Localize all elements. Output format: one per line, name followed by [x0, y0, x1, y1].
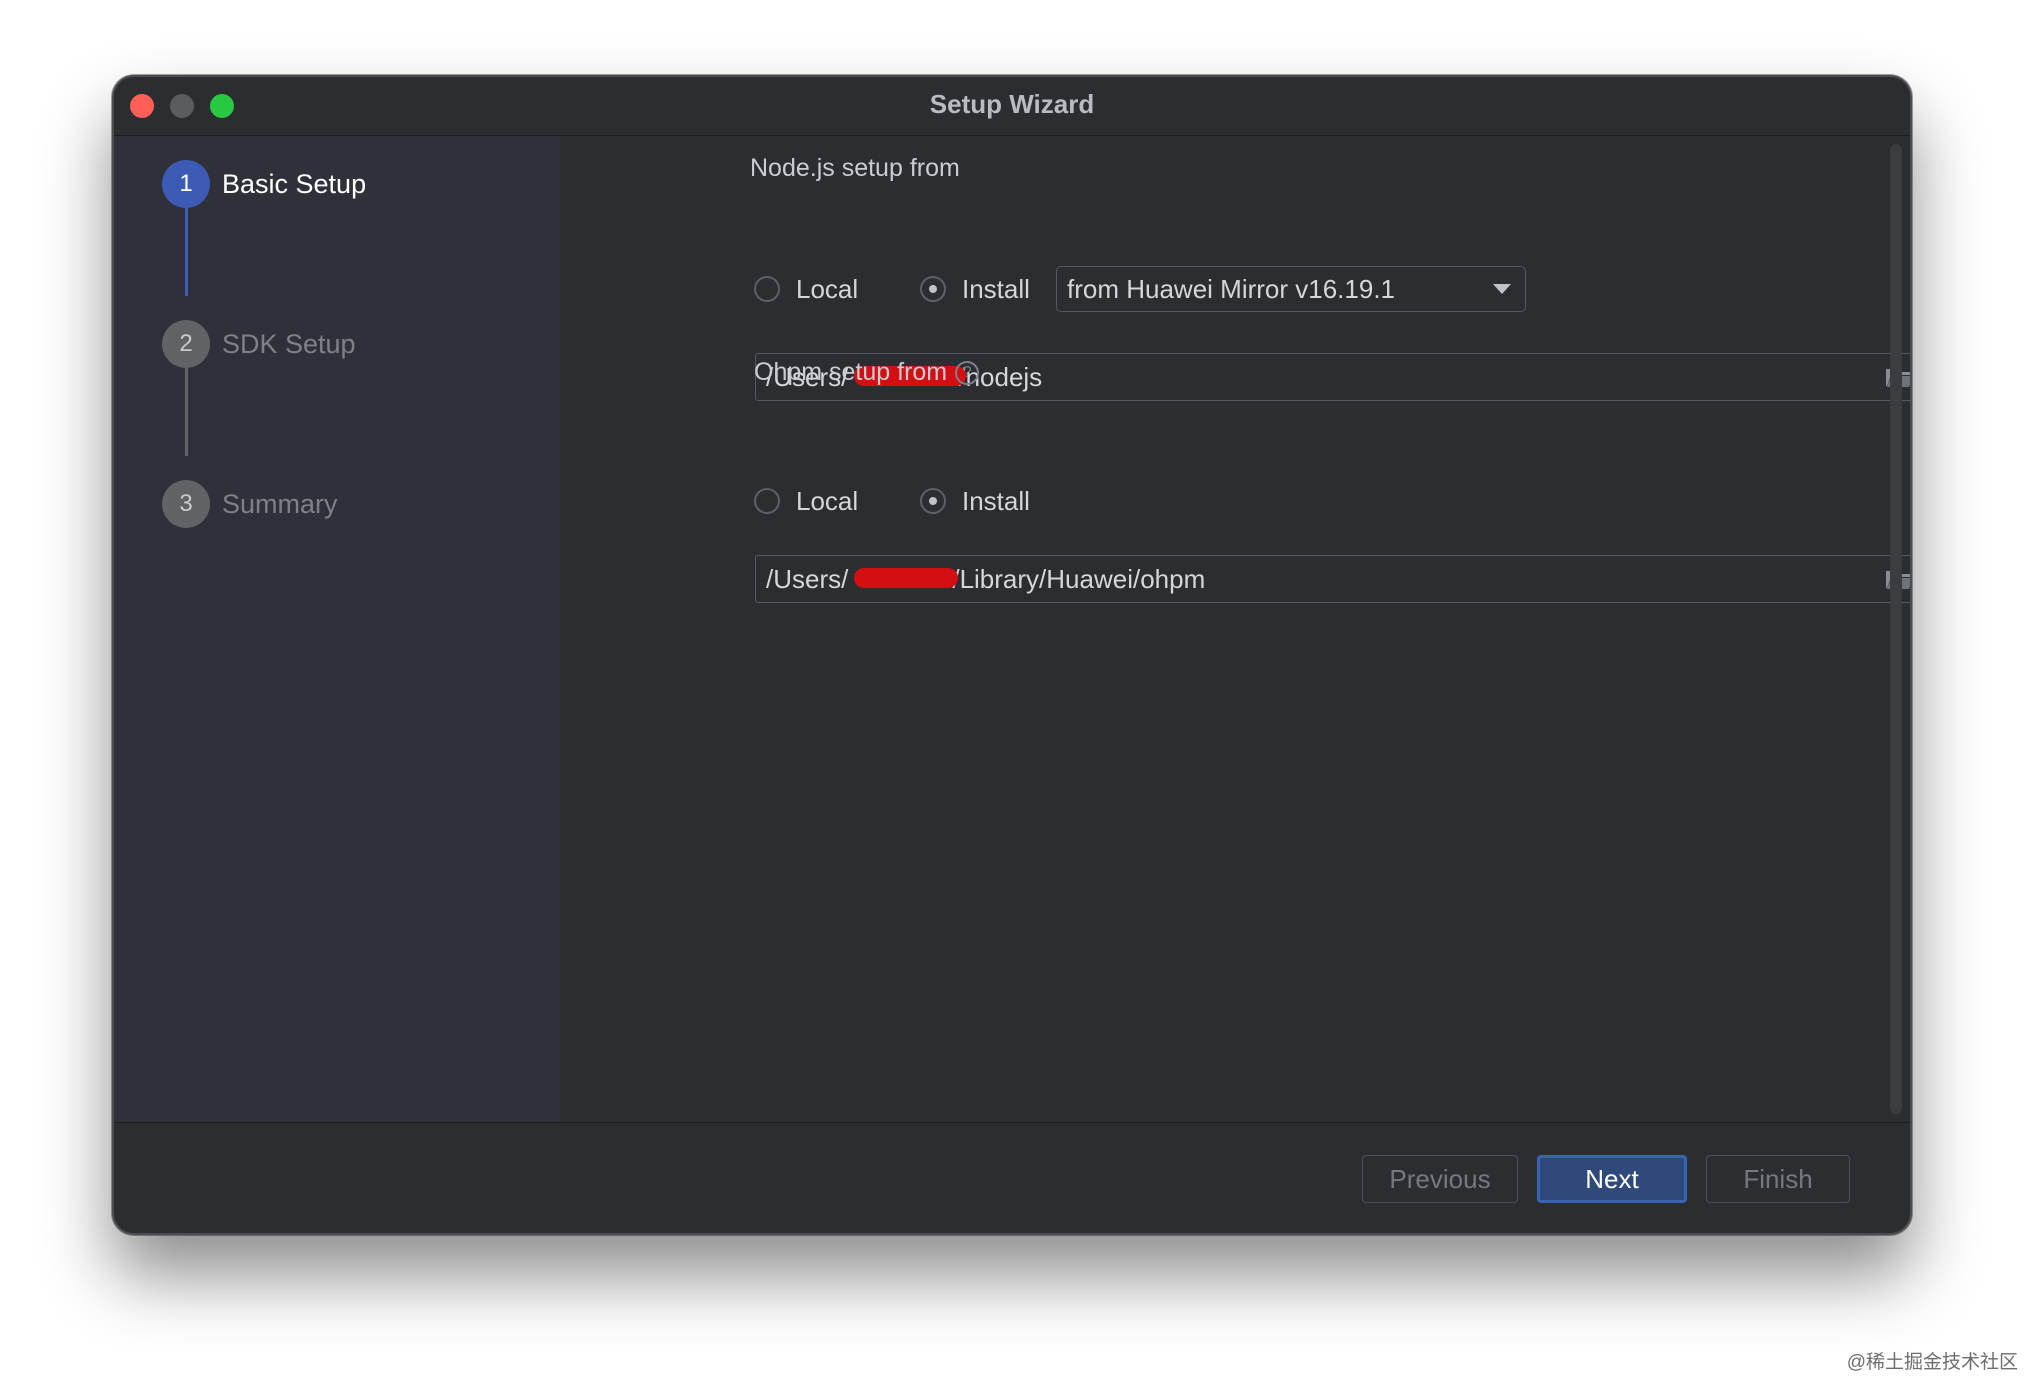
step-label: Summary	[222, 488, 338, 519]
ohpm-path-value: /Users//Library/Huawei/ohpm	[766, 563, 1206, 594]
nodejs-radio-local[interactable]: Local	[754, 269, 858, 309]
ohpm-radio-local[interactable]: Local	[754, 481, 858, 521]
step-connector-active	[185, 208, 188, 296]
mirror-select-value: from Huawei Mirror v16.19.1	[1067, 273, 1395, 304]
radio-unchecked-icon[interactable]	[754, 488, 780, 514]
radio-label: Install	[962, 273, 1030, 304]
help-icon[interactable]: ?	[955, 361, 980, 386]
finish-button[interactable]: Finish	[1706, 1155, 1850, 1203]
radio-label: Local	[796, 273, 859, 304]
window-title: Setup Wizard	[929, 89, 1095, 119]
next-button[interactable]: Next	[1537, 1155, 1687, 1203]
step-connector	[185, 368, 188, 456]
nodejs-mirror-select[interactable]: from Huawei Mirror v16.19.1	[1056, 266, 1526, 312]
ohpm-path-field[interactable]: /Users//Library/Huawei/ohpm	[755, 555, 1910, 603]
title-bar: Setup Wizard	[114, 77, 1910, 136]
step-label: SDK Setup	[222, 328, 356, 359]
wizard-steps-sidebar: 1 Basic Setup 2 SDK Setup 3 Summary	[114, 136, 560, 1122]
radio-unchecked-icon[interactable]	[754, 276, 780, 302]
radio-checked-icon[interactable]	[920, 276, 946, 302]
step-number-badge: 1	[162, 160, 210, 208]
setup-wizard-window: Setup Wizard 1 Basic Setup 2 SDK Setup 3…	[112, 75, 1912, 1235]
step-summary[interactable]: 3 Summary	[162, 480, 338, 528]
nodejs-section-label: Node.js setup from	[750, 154, 960, 182]
watermark-text: @稀土掘金技术社区	[1846, 1352, 2018, 1373]
ohpm-radio-install[interactable]: Install	[920, 481, 1030, 521]
wizard-footer: Previous Next Finish	[114, 1122, 1910, 1233]
step-label: Basic Setup	[222, 168, 367, 199]
ohpm-section-label: Ohpm setup from?	[754, 358, 980, 387]
wizard-content: Node.js setup from Local Install from Hu…	[560, 136, 1910, 1122]
chevron-down-icon	[1493, 284, 1511, 294]
vertical-scrollbar[interactable]	[1890, 144, 1902, 1114]
radio-checked-icon[interactable]	[920, 488, 946, 514]
step-number-badge: 3	[162, 480, 210, 528]
redaction-mark	[854, 567, 958, 588]
radio-label: Install	[962, 485, 1030, 516]
nodejs-radio-install[interactable]: Install	[920, 269, 1030, 309]
step-sdk-setup[interactable]: 2 SDK Setup	[162, 320, 356, 368]
radio-label: Local	[796, 485, 859, 516]
previous-button[interactable]: Previous	[1362, 1155, 1518, 1203]
step-basic-setup[interactable]: 1 Basic Setup	[162, 160, 366, 208]
step-number-badge: 2	[162, 320, 210, 368]
